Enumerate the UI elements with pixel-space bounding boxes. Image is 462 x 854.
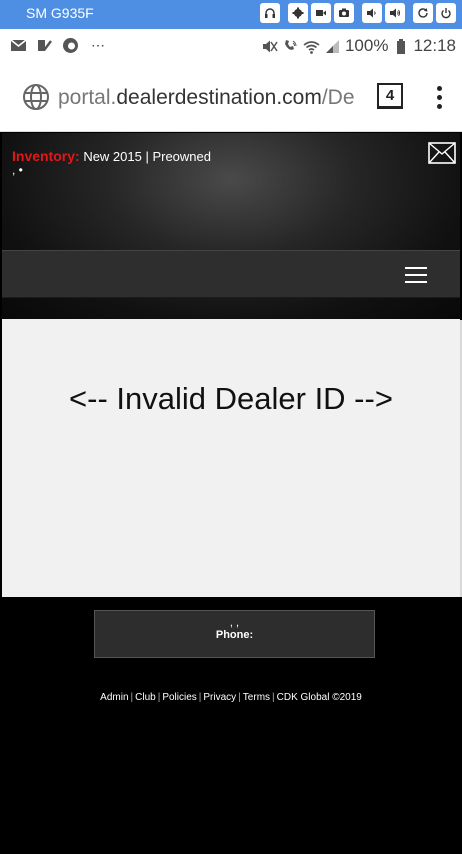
status-bar: ⋯ 100% 12:18	[0, 29, 462, 62]
nav-bar	[2, 250, 460, 298]
mute-icon	[262, 40, 278, 52]
header-dots: , •	[12, 163, 23, 177]
footer-link-privacy[interactable]: Privacy	[203, 692, 236, 703]
footer-links: Admin | Club | Policies | Privacy | Terms | CDK Gl…	[100, 692, 362, 703]
inventory-label: Inventory:	[12, 148, 80, 164]
volume-up-icon	[390, 8, 401, 18]
settings-button[interactable]	[288, 3, 308, 23]
wifi-call-icon	[284, 39, 297, 50]
video-camera-icon	[316, 10, 326, 16]
footer-link-terms[interactable]: Terms	[243, 692, 270, 703]
record-video-button[interactable]	[311, 3, 331, 23]
browser-toolbar: portal.dealerdestination.com/De 4	[0, 62, 462, 132]
url-path: /De	[321, 86, 355, 109]
rotate-icon	[418, 8, 428, 18]
battery-icon	[397, 38, 406, 54]
inventory-line: Inventory: New 2015 | Preowned	[12, 148, 211, 164]
address-bar[interactable]: portal.dealerdestination.com/De	[58, 86, 362, 110]
footer-link-policies[interactable]: Policies	[162, 692, 196, 703]
dealer-phone-label: Phone:	[215, 629, 254, 641]
gmail-icon	[10, 39, 27, 51]
signal-icon	[325, 39, 339, 53]
gear-icon	[292, 7, 304, 19]
hamburger-menu-icon[interactable]	[405, 267, 427, 283]
power-button[interactable]	[436, 3, 456, 23]
browser-menu-button[interactable]	[432, 86, 446, 112]
more-notifications-icon: ⋯	[91, 37, 106, 53]
headphones-icon	[265, 8, 275, 18]
wifi-icon	[303, 40, 320, 54]
url-host: dealerdestination.com	[116, 86, 322, 109]
volume-up-button[interactable]	[385, 3, 405, 23]
footer-link-club[interactable]: Club	[135, 692, 156, 703]
inventory-links[interactable]: New 2015 | Preowned	[83, 149, 211, 164]
device-toolbar: SM G935F	[0, 0, 462, 29]
invalid-dealer-message: <-- Invalid Dealer ID -->	[69, 381, 393, 416]
battery-percent: 100%	[344, 36, 389, 55]
tab-switcher-button[interactable]: 4	[377, 83, 403, 109]
headphones-button[interactable]	[260, 3, 280, 23]
device-controls	[260, 3, 456, 23]
url-subdomain: portal.	[58, 86, 117, 109]
dealer-address: , ,	[229, 617, 240, 629]
camera-icon	[339, 8, 349, 17]
volume-down-button[interactable]	[362, 3, 382, 23]
clock: 12:18	[413, 36, 456, 55]
main-content: <-- Invalid Dealer ID -->	[2, 319, 460, 597]
dealer-contact-box: , , Phone:	[94, 610, 375, 658]
volume-down-icon	[367, 8, 376, 18]
globe-icon[interactable]	[22, 83, 50, 111]
rotate-button[interactable]	[413, 3, 433, 23]
footer-link-admin[interactable]: Admin	[100, 692, 128, 703]
mail-icon[interactable]	[428, 142, 456, 164]
firefox-icon	[63, 38, 78, 53]
power-icon	[441, 8, 451, 19]
footer-copyright: CDK Global ©2019	[276, 692, 362, 703]
task-check-icon	[38, 40, 52, 51]
screenshot-button[interactable]	[334, 3, 354, 23]
site-header: Inventory: New 2015 | Preowned , •	[2, 133, 460, 319]
device-name: SM G935F	[26, 5, 94, 21]
